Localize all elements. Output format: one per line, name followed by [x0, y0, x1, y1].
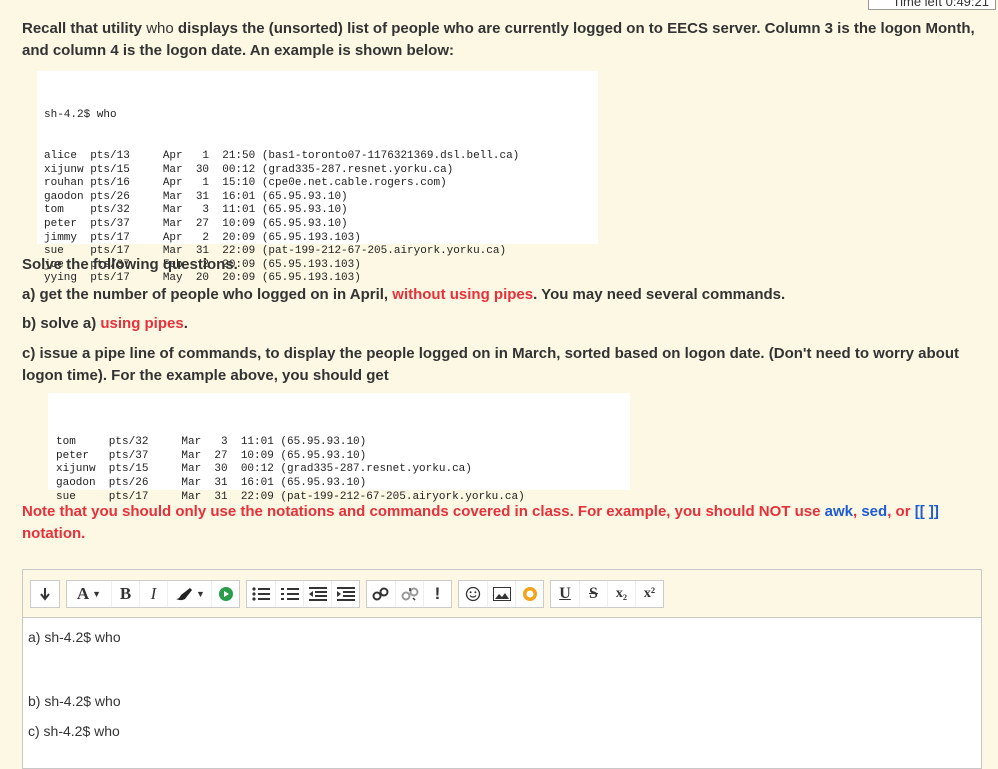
solve-heading: Solve the following questions.	[22, 256, 238, 273]
answer-line	[28, 646, 976, 664]
underline-button[interactable]: U	[551, 581, 579, 607]
output-row: tom pts/32 Mar 3 11:01 (65.95.93.10)	[44, 204, 348, 217]
superscript-button[interactable]: x²	[635, 580, 663, 607]
unordered-list-button[interactable]	[247, 581, 275, 607]
emoticon-button[interactable]	[459, 581, 487, 607]
strikethrough-button[interactable]: S	[579, 580, 607, 607]
italic-button[interactable]: I	[139, 580, 167, 607]
output-row: xijunw pts/15 Mar 30 00:12 (grad335-287.…	[44, 163, 454, 176]
ordered-list-button[interactable]	[275, 580, 303, 607]
answer-line	[28, 664, 976, 686]
answer-line: b) sh-4.2$ who	[28, 693, 121, 709]
bold-button[interactable]: B	[111, 580, 139, 607]
bullet-list-icon	[252, 586, 270, 601]
caret-down-icon: ▼	[196, 588, 205, 599]
insert-image-button[interactable]	[487, 580, 515, 607]
answer-line: c) sh-4.2$ who	[28, 723, 120, 739]
subscript-button[interactable]: x₂	[607, 580, 635, 607]
color-dropdown-button[interactable]: ▼	[167, 580, 211, 607]
link-button[interactable]	[367, 581, 395, 607]
output-row: peter pts/37 Mar 27 10:09 (65.95.93.10)	[56, 449, 367, 462]
output-row: rouhan pts/16 Apr 1 15:10 (cpe0e.net.cab…	[44, 177, 447, 190]
who-example-output: sh-4.2$ who alice pts/13 Apr 1 21:50 (ba…	[37, 71, 598, 284]
output-row: tom pts/32 Mar 3 11:01 (65.95.93.10)	[56, 436, 367, 449]
indent-button[interactable]	[331, 580, 359, 607]
output-row: gaodon pts/26 Mar 31 16:01 (65.95.93.10)	[56, 476, 367, 489]
intro-paragraph: Recall that utility who displays the (un…	[22, 20, 975, 59]
record-icon	[522, 586, 537, 601]
brush-icon	[176, 587, 193, 600]
expected-result-output: tom pts/32 Mar 3 11:01 (65.95.93.10) pete…	[48, 393, 630, 503]
output-row: xijunw pts/15 Mar 30 00:12 (grad335-287.…	[56, 463, 472, 476]
smiley-icon	[465, 586, 481, 601]
outdent-icon	[308, 586, 327, 601]
answer-text-area[interactable]: a) sh-4.2$ who b) sh-4.2$ who c) sh-4.2$…	[23, 618, 981, 750]
font-dropdown-button[interactable]: A ▼	[67, 581, 111, 607]
unlink-button[interactable]	[395, 580, 423, 607]
answer-line: a) sh-4.2$ who	[28, 629, 121, 645]
time-left: Time left 0:49:21	[868, 0, 996, 10]
note-paragraph: Note that you should only use the notati…	[22, 503, 939, 542]
collapse-toolbar-button[interactable]	[31, 581, 59, 607]
example-command: sh-4.2$ who	[44, 109, 117, 122]
editor-toolbar: A ▼ B I ▼ ! U S x₂ x²	[23, 570, 981, 618]
special-char-button[interactable]: !	[423, 580, 451, 607]
image-icon	[492, 586, 511, 601]
outdent-button[interactable]	[303, 580, 331, 607]
arrow-down-icon	[40, 587, 50, 601]
output-row: gaodon pts/26 Mar 31 16:01 (65.95.93.10)	[44, 190, 348, 203]
media-icon	[218, 586, 233, 601]
record-button[interactable]	[515, 580, 543, 607]
unlink-icon	[401, 587, 418, 601]
question-a: a) get the number of people who logged o…	[22, 286, 786, 303]
caret-down-icon: ▼	[92, 588, 102, 599]
link-icon	[372, 587, 389, 600]
numbered-list-icon	[280, 587, 299, 600]
question-b: b) solve a) using pipes.	[22, 315, 188, 332]
output-row: jimmy pts/17 Apr 2 20:09 (65.95.193.103)	[44, 231, 361, 244]
media-button[interactable]	[211, 580, 239, 607]
output-row: peter pts/37 Mar 27 10:09 (65.95.93.10)	[44, 217, 348, 230]
output-row: alice pts/13 Apr 1 21:50 (bas1-toronto07…	[44, 149, 520, 162]
question-c: c) issue a pipe line of commands, to dis…	[22, 345, 959, 384]
indent-icon	[336, 586, 355, 601]
answer-editor[interactable]: A ▼ B I ▼ ! U S x₂ x² a) sh-4.2$ who b) …	[22, 569, 982, 769]
